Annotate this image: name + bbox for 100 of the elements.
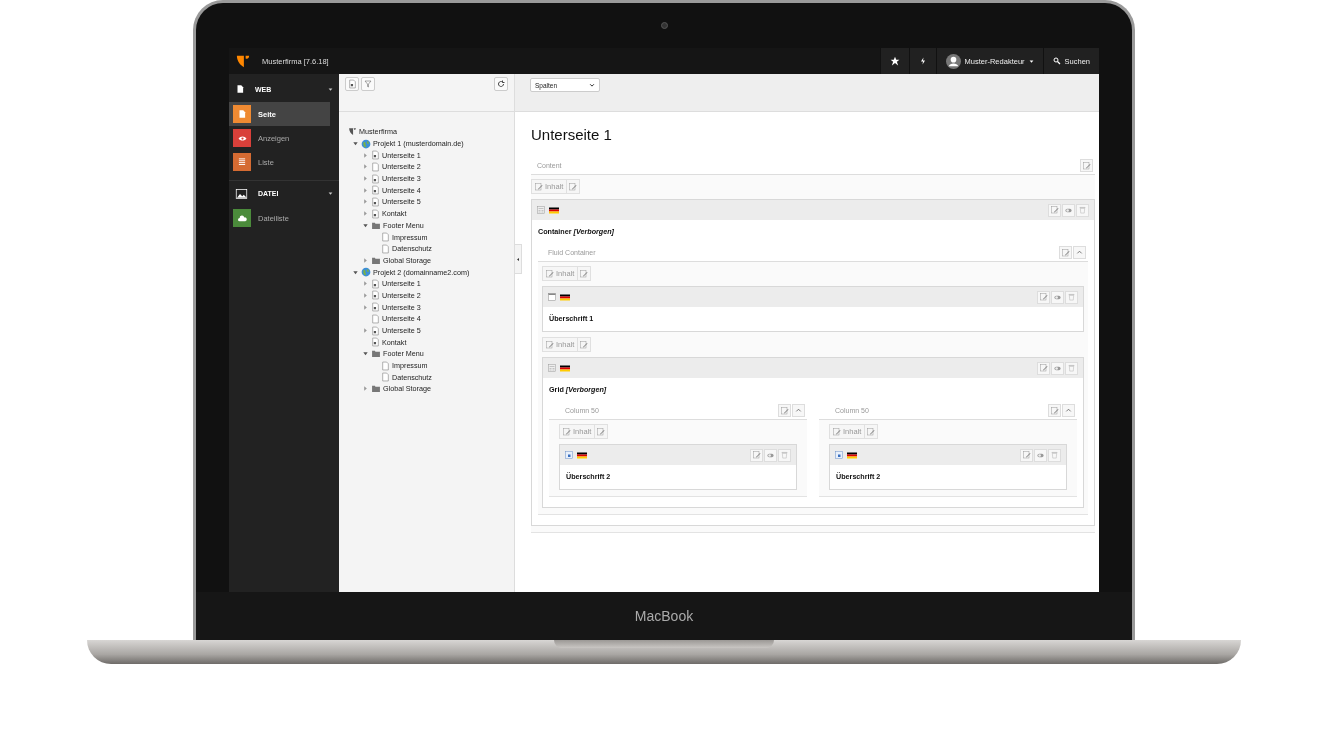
chevron-down-icon [589, 82, 595, 88]
page-icon [371, 161, 380, 172]
page-icon [237, 109, 247, 119]
page-icon [371, 278, 380, 289]
flag-icon [577, 451, 587, 459]
page-title: Unterseite 1 [531, 126, 613, 143]
trash-icon [1051, 451, 1058, 459]
edit-button[interactable] [1037, 290, 1050, 304]
page-icon [381, 243, 390, 254]
collapse-button[interactable] [792, 404, 805, 417]
bolt-icon [918, 56, 927, 66]
folder-icon [371, 220, 381, 230]
edit-icon [1039, 293, 1048, 301]
edit-icon [597, 427, 606, 436]
cloud-icon [236, 213, 248, 223]
paste-button[interactable] [578, 338, 591, 351]
page-icon [371, 208, 380, 219]
hide-toggle-button[interactable] [1034, 448, 1047, 462]
edit-button[interactable] [750, 448, 763, 462]
folder-icon [371, 255, 381, 265]
trash-icon [1079, 206, 1086, 214]
edit-icon [546, 269, 554, 278]
page-icon [371, 337, 380, 348]
edit-icon [580, 340, 589, 349]
collapse-handle[interactable] [514, 244, 522, 274]
window-icon [548, 293, 556, 301]
edit-button[interactable] [1048, 203, 1061, 217]
caret-down-icon [328, 86, 333, 92]
page-icon [371, 185, 380, 196]
trash-icon [781, 451, 788, 459]
hide-toggle-button[interactable] [764, 448, 777, 462]
toggle-icon [1053, 293, 1062, 301]
flag-icon [560, 293, 570, 301]
collapse-button[interactable] [1073, 246, 1086, 259]
edit-icon [780, 406, 789, 415]
chevron-up-icon [1065, 407, 1072, 414]
page-icon [371, 290, 380, 301]
flag-icon [847, 451, 857, 459]
globe-icon [361, 138, 371, 149]
device-label: MacBook [634, 608, 694, 624]
page-icon [381, 232, 390, 243]
edit-icon [867, 427, 876, 436]
eye-icon [236, 133, 248, 143]
logo-icon [236, 54, 250, 68]
filter-icon [364, 80, 372, 88]
delete-button[interactable] [1065, 290, 1078, 304]
delete-button[interactable] [1065, 361, 1078, 375]
edit-icon [1061, 248, 1070, 257]
edit-icon [1082, 161, 1091, 170]
trash-icon [1068, 364, 1075, 372]
delete-button[interactable] [778, 448, 791, 462]
delete-button[interactable] [1076, 203, 1089, 217]
chevron-up-icon [1076, 249, 1083, 256]
edit-icon [1050, 206, 1059, 214]
page-icon [371, 313, 380, 324]
hide-toggle-button[interactable] [1062, 203, 1075, 217]
image-text-icon [835, 451, 843, 459]
edit-icon [535, 182, 543, 191]
page-icon [235, 84, 245, 94]
paste-button[interactable] [567, 180, 580, 193]
hide-toggle-button[interactable] [1051, 290, 1064, 304]
paste-button[interactable] [865, 425, 878, 438]
folder-icon [371, 384, 381, 394]
edit-icon [1039, 364, 1048, 372]
search-icon [1052, 57, 1061, 65]
toggle-icon [1053, 364, 1062, 372]
toggle-icon [1064, 206, 1073, 214]
star-icon [889, 56, 900, 66]
toggle-icon [1036, 451, 1045, 459]
new-page-icon [347, 79, 357, 89]
page-icon [371, 150, 380, 161]
edit-column-button[interactable] [1059, 246, 1072, 259]
page-icon [371, 173, 380, 184]
paste-button[interactable] [595, 425, 608, 438]
logo-icon [348, 127, 357, 137]
paste-button[interactable] [578, 267, 591, 280]
edit-button[interactable] [1020, 448, 1033, 462]
edit-column-button[interactable] [1080, 159, 1093, 172]
flag-icon [549, 206, 559, 214]
page-icon [371, 325, 380, 336]
edit-column-button[interactable] [778, 404, 791, 417]
trash-icon [1068, 293, 1075, 301]
list-icon [237, 157, 247, 167]
refresh-button[interactable] [494, 77, 508, 91]
folder-icon [371, 349, 381, 359]
hide-toggle-button[interactable] [1051, 361, 1064, 375]
page-icon [381, 360, 390, 371]
toggle-icon [766, 451, 775, 459]
collapse-button[interactable] [1062, 404, 1075, 417]
filter-button[interactable] [361, 77, 375, 91]
page-icon [371, 196, 380, 207]
edit-icon [752, 451, 761, 459]
edit-icon [563, 427, 571, 436]
edit-column-button[interactable] [1048, 404, 1061, 417]
caret-down-icon [1028, 58, 1034, 64]
edit-icon [1050, 406, 1059, 415]
delete-button[interactable] [1048, 448, 1061, 462]
edit-button[interactable] [1037, 361, 1050, 375]
chevron-up-icon [795, 407, 802, 414]
new-page-button[interactable] [345, 77, 359, 91]
